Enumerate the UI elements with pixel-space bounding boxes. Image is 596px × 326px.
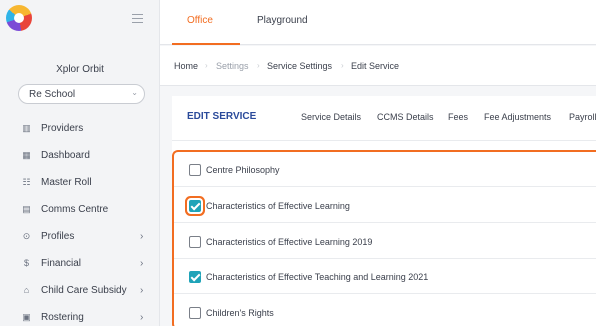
list-item-label: Characteristics of Effective Teaching an…	[206, 272, 429, 282]
breadcrumb-settings[interactable]: Settings	[216, 61, 249, 71]
tab-fees[interactable]: Fees	[448, 112, 468, 122]
breadcrumb-service-settings[interactable]: Service Settings	[267, 61, 332, 71]
breadcrumb-edit-service: Edit Service	[351, 61, 400, 71]
chevron-right-icon: ›	[140, 312, 144, 323]
sidebar-item-providers[interactable]: ▥ Providers	[0, 119, 160, 146]
list-item-label: Children's Rights	[206, 308, 274, 318]
tab-service-details[interactable]: Service Details	[301, 112, 361, 122]
sidebar-item-label: Rostering	[41, 312, 84, 323]
tab-playground[interactable]: Playground	[257, 15, 308, 26]
sidebar-item-label: Child Care Subsidy	[41, 285, 127, 296]
list-item[interactable]: Characteristics of Effective Teaching an…	[174, 259, 596, 294]
breadcrumb-home[interactable]: Home	[174, 61, 198, 71]
sidebar-item-label: Comms Centre	[41, 204, 109, 215]
page-title: EDIT SERVICE	[187, 111, 257, 122]
school-select-value: Re School	[29, 89, 76, 100]
breadcrumb-separator: ›	[205, 61, 208, 70]
tab-payroll[interactable]: Payroll	[569, 112, 596, 122]
checkbox[interactable]	[189, 164, 201, 176]
app-logo[interactable]	[6, 5, 32, 31]
sidebar-item-label: Providers	[41, 123, 84, 134]
rostering-icon: ▣	[22, 312, 31, 322]
tab-fee-adjustments[interactable]: Fee Adjustments	[484, 112, 551, 122]
breadcrumb-separator: ›	[341, 61, 344, 70]
list-item-label: Centre Philosophy	[206, 165, 280, 175]
top-bar: Office Playground	[160, 0, 596, 45]
sidebar-item-rostering[interactable]: ▣ Rostering ›	[0, 308, 160, 326]
chevron-right-icon: ›	[140, 258, 144, 269]
list-item-label: Characteristics of Effective Learning	[206, 201, 350, 211]
active-tab-indicator	[172, 43, 240, 45]
school-select[interactable]: Re School ⌄	[18, 84, 145, 104]
list-item-label: Characteristics of Effective Learning 20…	[206, 237, 373, 247]
sidebar-item-profiles[interactable]: ⊙ Profiles ›	[0, 227, 160, 254]
profiles-icon: ⊙	[22, 231, 31, 241]
checkbox[interactable]	[189, 236, 201, 248]
sidebar-item-child-care-subsidy[interactable]: ⌂ Child Care Subsidy ›	[0, 281, 160, 308]
sidebar-item-dashboard[interactable]: ▦ Dashboard	[0, 146, 160, 173]
org-name: Xplor Orbit	[56, 64, 104, 75]
list-item[interactable]: Characteristics of Effective Learning 20…	[174, 224, 596, 259]
checkbox[interactable]	[189, 307, 201, 319]
sidebar-item-comms-centre[interactable]: ▤ Comms Centre	[0, 200, 160, 227]
chevron-right-icon: ›	[140, 285, 144, 296]
sidebar-item-label: Financial	[41, 258, 82, 269]
sidebar: Xplor Orbit Re School ⌄ ▥ Providers ▦ Dash…	[0, 0, 160, 326]
learning-framework-list: Centre Philosophy Characteristics of Eff…	[172, 150, 596, 326]
chevron-right-icon: ›	[140, 231, 144, 242]
divider	[172, 140, 596, 141]
breadcrumb: Home › Settings › Service Settings › Edi…	[160, 46, 596, 86]
breadcrumb-separator: ›	[257, 61, 260, 70]
tab-office[interactable]: Office	[187, 15, 213, 26]
list-item[interactable]: Children's Rights	[174, 295, 596, 326]
chevron-down-icon: ⌄	[131, 88, 138, 97]
dashboard-icon: ▦	[22, 150, 31, 160]
list-item[interactable]: Centre Philosophy	[174, 152, 596, 187]
sidebar-item-master-roll[interactable]: ☷ Master Roll	[0, 173, 160, 200]
sidebar-item-label: Master Roll	[41, 177, 92, 188]
sidebar-item-financial[interactable]: $ Financial ›	[0, 254, 160, 281]
sidebar-item-label: Dashboard	[41, 150, 90, 161]
checkbox-checked[interactable]	[189, 271, 201, 283]
sidebar-item-label: Profiles	[41, 231, 75, 242]
comms-icon: ▤	[22, 204, 31, 214]
providers-icon: ▥	[22, 123, 31, 133]
financial-icon: $	[23, 258, 29, 268]
list-item[interactable]: Characteristics of Effective Learning	[174, 188, 596, 223]
master-roll-icon: ☷	[22, 177, 31, 187]
menu-icon[interactable]	[132, 14, 143, 23]
tab-ccms-details[interactable]: CCMS Details	[377, 112, 434, 122]
checkbox-checked[interactable]	[189, 200, 201, 212]
subsidy-icon: ⌂	[23, 285, 30, 295]
sidebar-nav: ▥ Providers ▦ Dashboard ☷ Master Roll ▤ Comm…	[0, 119, 160, 326]
